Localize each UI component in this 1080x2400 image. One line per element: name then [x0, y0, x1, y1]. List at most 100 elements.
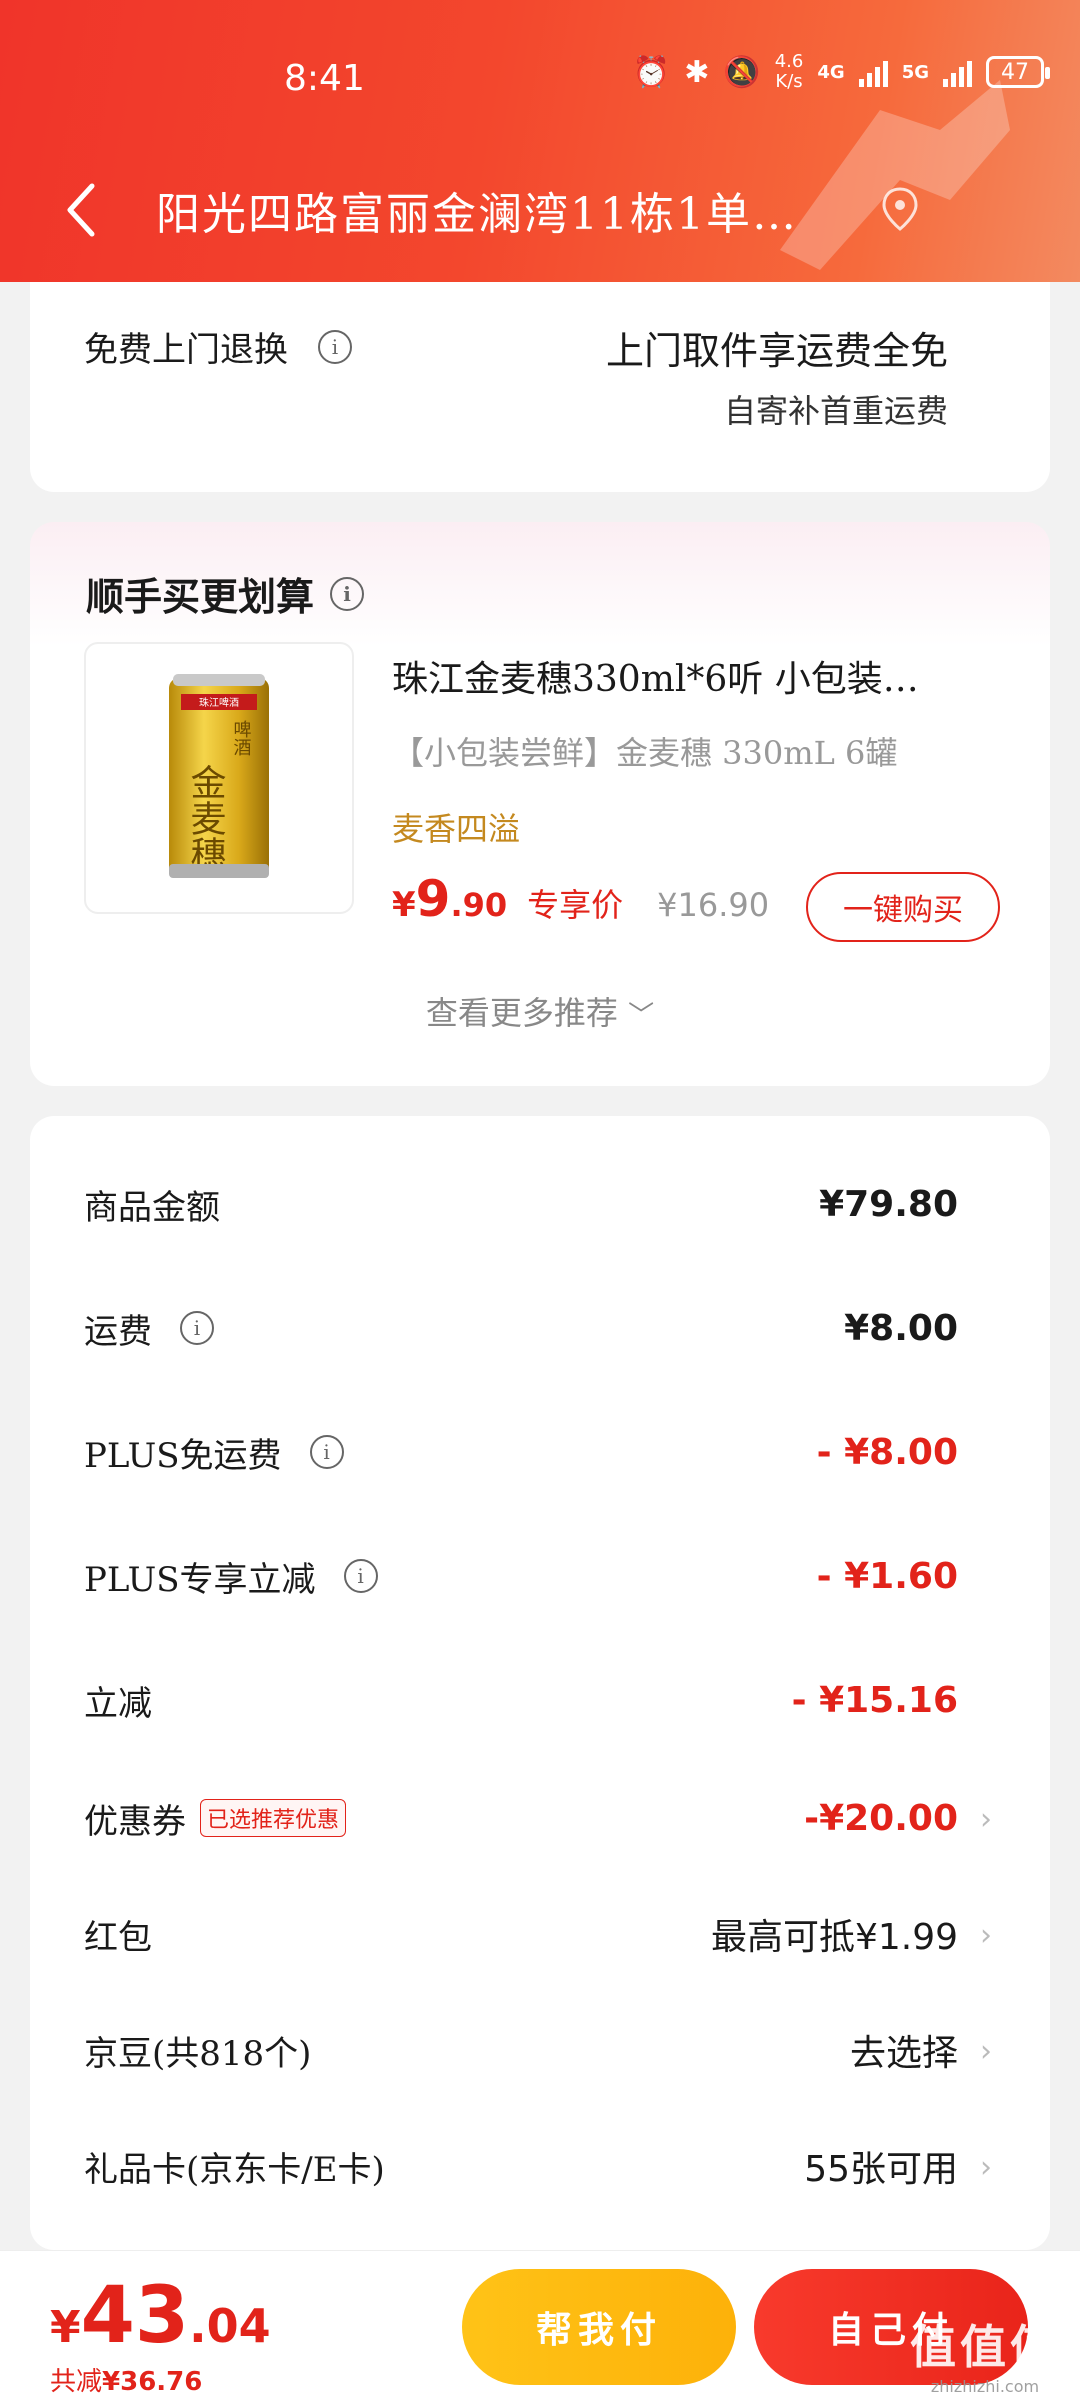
- watermark-text: 值值值: [910, 2320, 1060, 2374]
- product-name[interactable]: 珠江金麦穗330ml*6听 小包装…: [392, 650, 992, 702]
- price-row: ¥9.90 专享价 ¥16.90: [392, 870, 769, 928]
- nav-bar: 阳光四路富丽金澜湾11栋1单…: [0, 160, 1080, 260]
- original-price: ¥16.90: [657, 886, 770, 924]
- help-me-pay-button[interactable]: 帮我付: [462, 2269, 736, 2385]
- watermark-url: zhizhizhi.com: [930, 2377, 1040, 2396]
- summary-label: 运费 i: [84, 1304, 214, 1353]
- summary-row-instant-discount: 立减 - ¥15.16: [84, 1670, 958, 1730]
- summary-value: - ¥8.00: [816, 1431, 958, 1473]
- recommend-title-text: 顺手买更划算: [86, 575, 315, 619]
- info-icon[interactable]: i: [343, 1559, 378, 1593]
- summary-value: - ¥1.60: [816, 1555, 958, 1597]
- current-price: ¥9.90: [392, 870, 507, 928]
- total-saved: 共减¥36.76: [50, 2361, 202, 2398]
- summary-label-text: 运费: [84, 1311, 152, 1352]
- saved-label: 共减: [50, 2367, 103, 2397]
- network-5g: 5G: [901, 61, 929, 83]
- info-icon[interactable]: i: [318, 329, 352, 364]
- summary-value: ¥8.00: [844, 1307, 958, 1349]
- summary-label-text: 优惠券: [84, 1801, 186, 1842]
- coupon-recommend-tag: 已选推荐优惠: [200, 1799, 347, 1837]
- summary-label: 优惠券 已选推荐优惠: [84, 1794, 347, 1843]
- signal-5g-icon: [943, 57, 972, 87]
- product-image[interactable]: 珠江啤酒 金麦穗 啤酒: [84, 642, 354, 914]
- summary-value: 最高可抵¥1.99: [710, 1917, 958, 1958]
- signal-4g-icon: [858, 57, 888, 87]
- beer-can-icon: 珠江啤酒 金麦穗 啤酒: [169, 674, 269, 878]
- summary-value: ¥79.80: [819, 1183, 958, 1225]
- summary-label: 红包: [84, 1917, 152, 1958]
- back-arrow-icon[interactable]: [58, 180, 108, 240]
- more-recommend-link[interactable]: 查看更多推荐 ﹀: [30, 988, 1050, 1034]
- summary-row-plus-discount: PLUS专享立减 i - ¥1.60: [84, 1546, 958, 1606]
- chevron-right-icon: ›: [980, 1918, 992, 1953]
- summary-row-shipping: 运费 i ¥8.00: [84, 1298, 958, 1358]
- total-price: ¥43.04: [50, 2271, 271, 2361]
- can-brand-text: 珠江啤酒: [199, 696, 239, 709]
- speed-unit: K/s: [775, 71, 803, 92]
- chevron-right-icon: ›: [980, 2150, 992, 2185]
- summary-row-red-packet[interactable]: 红包 最高可抵¥1.99 ›: [84, 1904, 992, 1964]
- price-integer: 9: [415, 870, 451, 928]
- total-decimal: .04: [189, 2299, 271, 2353]
- can-main-text: 金麦穗: [185, 764, 227, 872]
- status-bar: 8:41 ⏰ ✱ 🔕 4.6 K/s 4G 5G 47: [0, 0, 1080, 150]
- summary-label: PLUS专享立减 i: [84, 1552, 378, 1601]
- product-desc: 【小包装尝鲜】金麦穗 330mL 6罐: [392, 734, 898, 772]
- summary-value: 55张可用: [804, 2149, 958, 2190]
- chevron-right-icon: ›: [980, 1802, 992, 1837]
- recommend-card: 顺手买更划算 i 珠江啤酒 金麦穗 啤酒 珠江金麦穗330ml*6听 小包装… …: [30, 522, 1050, 1086]
- summary-label: PLUS免运费 i: [84, 1428, 344, 1477]
- network-4g: 4G: [817, 61, 845, 83]
- summary-label-text: PLUS免运费: [84, 1435, 282, 1476]
- total-integer: 43: [80, 2271, 190, 2361]
- summary-value: - ¥15.16: [791, 1679, 958, 1721]
- info-icon[interactable]: i: [180, 1311, 214, 1345]
- free-return-text: 免费上门退换: [84, 330, 288, 370]
- summary-label: 礼品卡(京东卡/E卡): [84, 2149, 385, 2190]
- bluetooth-icon: ✱: [684, 54, 710, 90]
- info-icon[interactable]: i: [309, 1435, 344, 1469]
- summary-row-goods-amount: 商品金额 ¥79.80: [84, 1174, 958, 1234]
- more-recommend-text: 查看更多推荐: [425, 994, 618, 1032]
- summary-value: -¥20.00: [804, 1797, 958, 1839]
- summary-label: 商品金额: [84, 1187, 220, 1228]
- summary-label: 立减: [84, 1683, 152, 1724]
- speed-value: 4.6: [774, 51, 804, 72]
- summary-row-gift-card[interactable]: 礼品卡(京东卡/E卡) 55张可用 ›: [84, 2136, 992, 2196]
- summary-label: 京豆(共818个): [84, 2033, 312, 2074]
- delivery-address[interactable]: 阳光四路富丽金澜湾11栋1单…: [156, 178, 856, 242]
- network-speed: 4.6 K/s: [775, 52, 804, 92]
- chevron-down-icon: ﹀: [628, 1001, 655, 1031]
- battery-icon: 47: [986, 56, 1050, 88]
- return-sub-text: 自寄补首重运费: [723, 392, 948, 430]
- header: 8:41 ⏰ ✱ 🔕 4.6 K/s 4G 5G 47 阳光四路富丽金澜湾11栋…: [0, 0, 1080, 282]
- status-time: 8:41: [284, 58, 365, 99]
- summary-row-coupon[interactable]: 优惠券 已选推荐优惠 -¥20.00 ›: [84, 1788, 992, 1848]
- watermark: 值值值 zhizhizhi.com: [910, 2311, 1060, 2396]
- status-icons: ⏰ ✱ 🔕 4.6 K/s 4G 5G 47: [632, 52, 1050, 92]
- price-label: 专享价: [527, 886, 624, 924]
- return-card: 免费上门退换 i 上门取件享运费全免 自寄补首重运费: [30, 282, 1050, 492]
- summary-row-plus-free-shipping: PLUS免运费 i - ¥8.00: [84, 1422, 958, 1482]
- free-return-label: 免费上门退换 i: [84, 322, 352, 371]
- product-tag: 麦香四溢: [392, 810, 521, 848]
- can-side-text: 啤酒: [231, 720, 252, 756]
- summary-row-jd-beans[interactable]: 京豆(共818个) 去选择 ›: [84, 2020, 992, 2080]
- summary-label-text: PLUS专享立减: [84, 1559, 316, 1600]
- location-pin-icon[interactable]: [880, 186, 920, 232]
- price-yen: ¥: [392, 885, 416, 925]
- price-summary-card: 商品金额 ¥79.80 运费 i ¥8.00 PLUS免运费 i - ¥8.00…: [30, 1116, 1050, 2250]
- recommend-title: 顺手买更划算 i: [86, 566, 365, 621]
- one-click-buy-button[interactable]: 一键购买: [806, 872, 1000, 942]
- battery-level: 47: [1001, 59, 1029, 85]
- mute-icon: 🔕: [723, 54, 761, 90]
- alarm-icon: ⏰: [632, 54, 671, 90]
- chevron-right-icon: ›: [980, 2034, 992, 2069]
- info-icon[interactable]: i: [330, 576, 365, 611]
- total-yen: ¥: [50, 2302, 81, 2353]
- bottom-pay-bar: ¥43.04 共减¥36.76 帮我付 自己付 值值值 zhizhizhi.co…: [0, 2250, 1080, 2400]
- summary-value: 去选择: [849, 2033, 958, 2074]
- return-main-text: 上门取件享运费全免: [605, 329, 948, 373]
- price-decimal: .90: [450, 886, 508, 924]
